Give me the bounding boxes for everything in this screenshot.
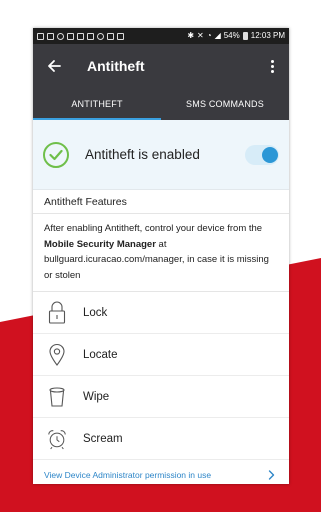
mute-icon: ✕ — [197, 31, 204, 40]
device-admin-link-label: View Device Administrator permission in … — [44, 470, 212, 480]
image-notification-icon — [47, 32, 54, 40]
lock-notification-icon — [37, 32, 44, 40]
app-bar: Antitheft ANTITHEFT SMS COMMANDS — [33, 44, 289, 120]
chevron-right-icon — [268, 470, 275, 480]
bluetooth-icon: ✱ — [187, 31, 195, 40]
phone-notification-icon — [57, 32, 64, 40]
check-circle-icon — [43, 141, 69, 168]
manager-name: Mobile Security Manager — [44, 238, 156, 250]
trash-icon — [47, 384, 67, 410]
battery-icon — [242, 32, 248, 40]
signal-icon: ◢ — [214, 31, 221, 40]
check-notification-icon — [107, 32, 114, 40]
tab-sms-commands[interactable]: SMS COMMANDS — [161, 88, 289, 120]
feature-label: Wipe — [83, 390, 110, 403]
feature-locate[interactable]: Locate — [33, 334, 289, 376]
tab-bar: ANTITHEFT SMS COMMANDS — [33, 88, 289, 120]
page-title: Antitheft — [87, 58, 145, 74]
wifi-icon: ◔ — [206, 31, 212, 40]
mail-notification-icon — [67, 32, 74, 40]
antitheft-toggle[interactable] — [245, 144, 279, 165]
back-button[interactable] — [43, 55, 65, 77]
app-notification-icon — [87, 32, 94, 40]
feature-wipe[interactable]: Wipe — [33, 376, 289, 418]
device-admin-link[interactable]: View Device Administrator permission in … — [33, 460, 289, 484]
feature-label: Scream — [83, 432, 123, 445]
description: After enabling Antitheft, control your d… — [33, 214, 289, 292]
more-options-button[interactable] — [265, 55, 279, 77]
antitheft-status-row: Antitheft is enabled — [33, 120, 289, 190]
status-bar: ✱ ✕ ◔ ◢ 54% 12:03 PM — [33, 28, 289, 44]
battery-percent: 54% — [223, 31, 240, 40]
features-header: Antitheft Features — [33, 190, 289, 214]
description-text: After enabling Antitheft, control your d… — [44, 223, 263, 234]
toggle-knob — [262, 146, 278, 163]
phone-screen: ✱ ✕ ◔ ◢ 54% 12:03 PM Antitheft ANTITHEFT… — [33, 28, 289, 484]
clock: 12:03 PM — [250, 31, 285, 40]
play-notification-icon — [117, 32, 124, 40]
tab-antitheft[interactable]: ANTITHEFT — [33, 88, 161, 120]
shield-notification-icon — [97, 32, 104, 40]
app-notification-icon — [77, 32, 84, 40]
alarm-clock-icon — [47, 426, 67, 452]
feature-label: Lock — [83, 306, 108, 319]
more-vertical-icon — [270, 59, 274, 63]
padlock-icon — [47, 300, 67, 326]
feature-lock[interactable]: Lock — [33, 292, 289, 334]
arrow-left-icon — [48, 60, 61, 72]
feature-label: Locate — [83, 348, 118, 361]
feature-scream[interactable]: Scream — [33, 418, 289, 460]
map-pin-icon — [47, 342, 67, 368]
status-text: Antitheft is enabled — [85, 147, 200, 162]
